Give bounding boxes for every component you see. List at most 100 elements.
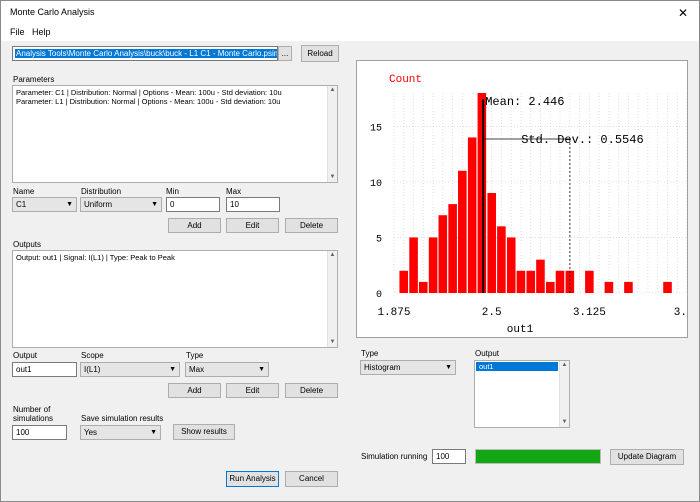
list-item[interactable]: Parameter: C1 | Distribution: Normal | O… <box>13 88 337 97</box>
output-delete-button[interactable]: Delete <box>285 383 338 398</box>
histogram-bar <box>624 281 633 293</box>
chart-output-scrollbar[interactable]: ▲ ▼ <box>559 361 569 427</box>
run-analysis-button[interactable]: Run Analysis <box>226 471 279 487</box>
number-of-simulations-label-line2: simulations <box>13 414 54 423</box>
histogram-bar <box>536 259 545 293</box>
histogram-bar <box>418 281 428 293</box>
chart-output-label: Output <box>475 349 500 358</box>
output-add-button[interactable]: Add <box>168 383 221 398</box>
outputs-items: Output: out1 | Signal: I(L1) | Type: Pea… <box>13 251 337 262</box>
reload-button[interactable]: Reload <box>301 45 339 62</box>
number-of-simulations-label-line1: Number of <box>13 405 51 414</box>
list-item[interactable]: out1 <box>476 362 558 371</box>
menu-file[interactable]: File <box>10 27 25 37</box>
output-edit-button[interactable]: Edit <box>226 383 279 398</box>
type-select-value: Max <box>189 365 205 374</box>
mean-label: Mean: 2.446 <box>485 95 564 109</box>
histogram-chart: Count out1 0 5 10 15 1.875 2.5 3.125 3.75 Mean:… <box>370 74 700 336</box>
min-input[interactable]: 0 <box>166 197 220 212</box>
x-tick-label: 3.125 <box>573 307 606 319</box>
parameters-items: Parameter: C1 | Distribution: Normal | O… <box>13 86 337 106</box>
histogram-bar <box>428 237 438 293</box>
histogram-bar <box>399 270 409 293</box>
type-select[interactable]: Max ▼ <box>185 362 269 377</box>
window-title: Monte Carlo Analysis <box>10 7 95 17</box>
chevron-down-icon: ▼ <box>169 366 176 373</box>
browse-button[interactable]: ... <box>278 46 292 61</box>
histogram-bar <box>458 170 467 293</box>
scroll-down-icon[interactable]: ▼ <box>328 338 337 347</box>
distribution-select-value: Uniform <box>84 200 113 209</box>
max-input[interactable]: 10 <box>226 197 280 212</box>
histogram-bar <box>448 204 457 293</box>
x-tick-label: 2.5 <box>482 307 502 319</box>
close-icon[interactable]: ✕ <box>674 5 692 21</box>
scroll-up-icon[interactable]: ▲ <box>328 251 337 260</box>
histogram-bar <box>409 237 418 293</box>
parameter-edit-button[interactable]: Edit <box>226 218 279 233</box>
y-tick-label: 0 <box>376 290 382 301</box>
list-item[interactable]: Output: out1 | Signal: I(L1) | Type: Pea… <box>13 253 337 262</box>
scroll-up-icon[interactable]: ▲ <box>560 361 569 370</box>
file-path-input[interactable]: Analysis Tools\Monte Carlo Analysis\buck… <box>12 46 278 61</box>
parameter-delete-button[interactable]: Delete <box>285 218 338 233</box>
type-label: Type <box>186 351 204 360</box>
scroll-down-icon[interactable]: ▼ <box>560 418 569 427</box>
parameters-list[interactable]: Parameter: C1 | Distribution: Normal | O… <box>12 85 338 183</box>
chart-output-list[interactable]: out1 ▲ ▼ <box>474 360 570 428</box>
scope-select[interactable]: I(L1) ▼ <box>80 362 180 377</box>
histogram-bar <box>555 270 565 293</box>
simulation-progress-bar <box>475 449 601 464</box>
std-dev-label: Std. Dev.: 0.5546 <box>521 133 643 147</box>
chart-type-select[interactable]: Histogram ▼ <box>360 360 456 375</box>
simulation-count-display: 100 <box>432 449 466 464</box>
y-tick-label: 15 <box>370 123 382 134</box>
histogram-bar <box>467 137 477 293</box>
histogram-bar <box>516 270 526 293</box>
output-input[interactable]: out1 <box>12 362 77 377</box>
chevron-down-icon: ▼ <box>66 201 73 208</box>
chart-bars <box>399 93 672 293</box>
simulation-status-label: Simulation running <box>361 452 428 461</box>
histogram-bar <box>497 226 506 293</box>
chart-y-label: Count <box>389 74 422 86</box>
update-diagram-button[interactable]: Update Diagram <box>610 449 684 465</box>
scope-select-value: I(L1) <box>84 365 101 374</box>
simulation-progress-fill <box>476 450 600 463</box>
chart-output-items: out1 <box>475 361 569 372</box>
histogram-bar <box>663 281 672 293</box>
title-bar: Monte Carlo Analysis ✕ <box>1 1 699 25</box>
x-tick-label: 1.875 <box>377 307 410 319</box>
y-tick-label: 10 <box>370 179 382 190</box>
chevron-down-icon: ▼ <box>150 429 157 436</box>
scope-label: Scope <box>81 351 104 360</box>
parameters-heading: Parameters <box>13 75 55 84</box>
save-results-select[interactable]: Yes ▼ <box>80 425 161 440</box>
min-label: Min <box>166 187 179 196</box>
number-of-simulations-input[interactable]: 100 <box>12 425 67 440</box>
chart-type-label: Type <box>361 349 379 358</box>
chevron-down-icon: ▼ <box>151 201 158 208</box>
name-label: Name <box>13 187 35 196</box>
outputs-heading: Outputs <box>13 240 42 249</box>
histogram-bar <box>477 93 487 293</box>
chevron-down-icon: ▼ <box>445 364 452 371</box>
parameters-scrollbar[interactable]: ▲ ▼ <box>327 86 337 182</box>
monte-carlo-window: Monte Carlo Analysis ✕ File Help Analysi… <box>0 0 700 502</box>
scroll-down-icon[interactable]: ▼ <box>328 173 337 182</box>
menu-help[interactable]: Help <box>32 27 51 37</box>
parameter-add-button[interactable]: Add <box>168 218 221 233</box>
distribution-select[interactable]: Uniform ▼ <box>80 197 162 212</box>
chevron-down-icon: ▼ <box>258 366 265 373</box>
histogram-bar <box>506 237 516 293</box>
outputs-scrollbar[interactable]: ▲ ▼ <box>327 251 337 347</box>
cancel-button[interactable]: Cancel <box>285 471 338 487</box>
scroll-up-icon[interactable]: ▲ <box>328 86 337 95</box>
distribution-label: Distribution <box>81 187 122 196</box>
outputs-list[interactable]: Output: out1 | Signal: I(L1) | Type: Pea… <box>12 250 338 348</box>
name-select-value: C1 <box>16 200 27 209</box>
list-item[interactable]: Parameter: L1 | Distribution: Normal | O… <box>13 97 337 106</box>
name-select[interactable]: C1 ▼ <box>12 197 77 212</box>
histogram-chart-panel: Count out1 0 5 10 15 1.875 2.5 3.125 3.75 Mean:… <box>356 60 700 338</box>
show-results-button[interactable]: Show results <box>173 424 235 440</box>
